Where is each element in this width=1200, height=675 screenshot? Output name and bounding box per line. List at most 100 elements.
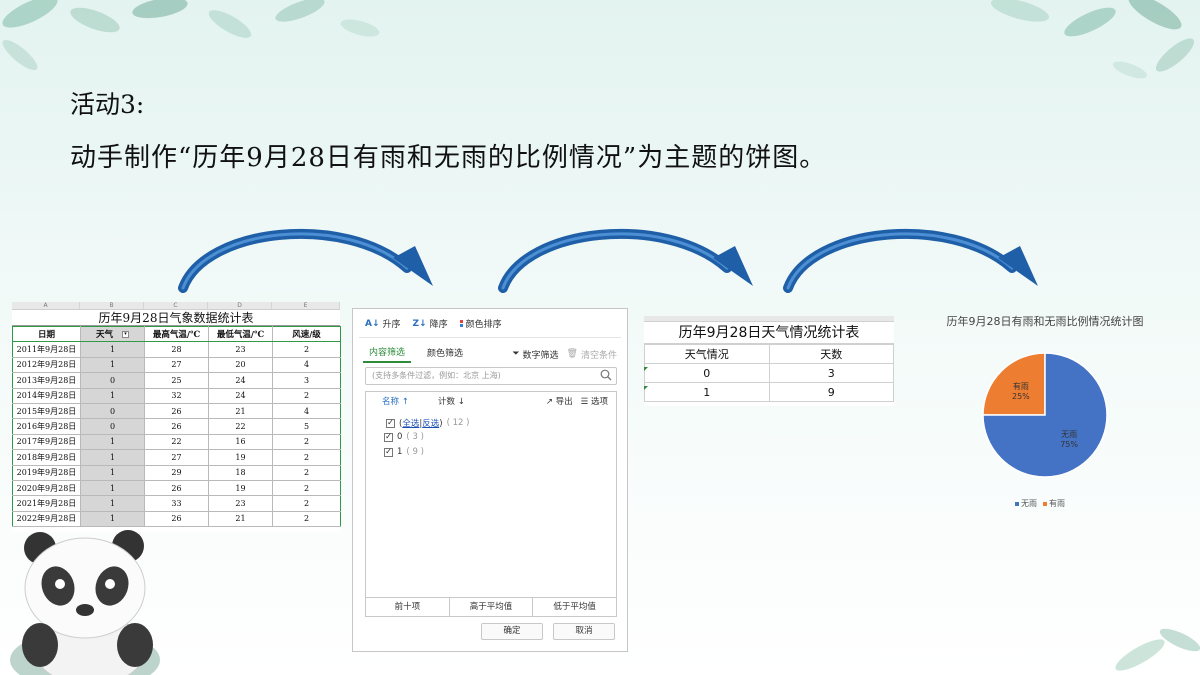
tab-color-filter[interactable]: 颜色筛选 — [421, 346, 469, 362]
select-all-item[interactable]: ✓ (全选|反选) ( 12 ) — [386, 417, 469, 429]
table-cell[interactable]: 2 — [272, 495, 341, 512]
table-cell[interactable]: 1 — [80, 464, 145, 481]
table-cell[interactable]: 2013年9月28日 — [12, 372, 81, 389]
table-cell[interactable]: 2017年9月28日 — [12, 433, 81, 451]
column-letter[interactable]: E — [272, 302, 340, 309]
filter-item-0[interactable]: ✓ 0 ( 3 ) — [384, 432, 424, 442]
summary-cell[interactable]: 3 — [768, 363, 894, 383]
table-cell[interactable]: 21 — [208, 402, 273, 420]
search-icon[interactable] — [600, 369, 612, 381]
table-cell[interactable]: 28 — [144, 341, 209, 358]
table-cell[interactable]: 24 — [208, 387, 273, 404]
sort-descending-button[interactable]: Z↓ 降序 — [413, 317, 448, 331]
select-all-checkbox[interactable]: ✓ — [386, 418, 395, 428]
table-cell[interactable]: 29 — [144, 464, 209, 481]
table-cell[interactable]: 1 — [80, 479, 145, 497]
header-weather[interactable]: 天气 ▾ — [80, 325, 145, 343]
clear-conditions-button[interactable]: 🗑 清空条件 — [567, 348, 617, 361]
table-cell[interactable]: 2016年9月28日 — [12, 418, 81, 435]
table-cell[interactable]: 24 — [208, 372, 273, 389]
table-cell[interactable]: 2 — [272, 341, 341, 358]
table-cell[interactable]: 4 — [272, 402, 341, 420]
table-cell[interactable]: 16 — [208, 433, 273, 451]
invert-selection-link[interactable]: 反选 — [422, 419, 439, 429]
summary-cell[interactable]: 9 — [768, 382, 894, 402]
table-cell[interactable]: 1 — [80, 387, 145, 404]
table-cell[interactable]: 22 — [144, 433, 209, 451]
filter-item-checkbox[interactable]: ✓ — [384, 447, 393, 457]
table-cell[interactable]: 19 — [208, 449, 273, 466]
table-cell[interactable]: 2012年9月28日 — [12, 356, 81, 374]
table-cell[interactable]: 2 — [272, 449, 341, 466]
column-letter[interactable]: C — [144, 302, 208, 309]
table-cell[interactable]: 23 — [208, 495, 273, 512]
table-cell[interactable]: 26 — [144, 418, 209, 435]
column-letter[interactable]: D — [208, 302, 272, 309]
table-cell[interactable]: 20 — [208, 356, 273, 374]
header-high-temp[interactable]: 最高气温/℃ — [144, 325, 209, 343]
table-cell[interactable]: 5 — [272, 418, 341, 435]
summary-cell[interactable]: 1 — [644, 382, 770, 402]
table-cell[interactable]: 4 — [272, 356, 341, 374]
options-button[interactable]: ☰ 选项 — [581, 395, 608, 407]
export-button[interactable]: ↗ 导出 — [546, 395, 573, 407]
color-sort-button[interactable]: 颜色排序 — [459, 317, 502, 330]
table-cell[interactable]: 2018年9月28日 — [12, 449, 81, 466]
summary-header-days[interactable]: 天数 — [768, 344, 894, 364]
column-letter[interactable]: B — [80, 302, 144, 309]
header-date[interactable]: 日期 — [12, 325, 81, 343]
table-cell[interactable]: 2020年9月28日 — [12, 479, 81, 497]
table-cell[interactable]: 2 — [272, 433, 341, 451]
table-cell[interactable]: 23 — [208, 341, 273, 358]
table-cell[interactable]: 0 — [80, 372, 145, 389]
table-cell[interactable]: 1 — [80, 341, 145, 358]
table-cell[interactable]: 2 — [272, 479, 341, 497]
summary-cell[interactable]: 0 — [644, 363, 770, 383]
table-cell[interactable]: 2014年9月28日 — [12, 387, 81, 404]
table-cell[interactable]: 27 — [144, 449, 209, 466]
table-cell[interactable]: 2 — [272, 464, 341, 481]
above-average-button[interactable]: 高于平均值 — [450, 598, 534, 616]
below-average-button[interactable]: 低于平均值 — [533, 598, 616, 616]
table-cell[interactable]: 1 — [80, 510, 145, 528]
filter-item-checkbox[interactable]: ✓ — [384, 432, 393, 442]
filter-dropdown-icon[interactable]: ▾ — [121, 331, 129, 339]
table-cell[interactable]: 2011年9月28日 — [12, 341, 81, 358]
sort-by-count-button[interactable]: 计数 ↓ — [438, 395, 465, 407]
sort-ascending-button[interactable]: A↓ 升序 — [365, 317, 401, 331]
summary-header-weather[interactable]: 天气情况 — [644, 344, 770, 364]
table-cell[interactable]: 2 — [272, 510, 341, 528]
table-cell[interactable]: 18 — [208, 464, 273, 481]
table-cell[interactable]: 27 — [144, 356, 209, 374]
table-cell[interactable]: 19 — [208, 479, 273, 497]
table-cell[interactable]: 2 — [272, 387, 341, 404]
table-cell[interactable]: 1 — [80, 356, 145, 374]
tab-content-filter[interactable]: 内容筛选 — [363, 345, 412, 363]
number-filter-button[interactable]: ⏷ 数字筛选 — [512, 348, 558, 361]
select-all-link[interactable]: 全选 — [402, 419, 419, 429]
sort-by-name-button[interactable]: 名称 ↑ — [382, 395, 409, 407]
table-cell[interactable]: 0 — [80, 402, 145, 420]
table-cell[interactable]: 0 — [80, 418, 145, 435]
top-ten-button[interactable]: 前十项 — [366, 598, 450, 616]
header-low-temp[interactable]: 最低气温/℃ — [208, 325, 273, 343]
ok-button[interactable]: 确定 — [481, 623, 543, 640]
table-cell[interactable]: 1 — [80, 449, 145, 466]
table-cell[interactable]: 2015年9月28日 — [12, 402, 81, 420]
table-cell[interactable]: 1 — [80, 495, 145, 512]
table-cell[interactable]: 33 — [144, 495, 209, 512]
table-cell[interactable]: 1 — [80, 433, 145, 451]
filter-search-input[interactable]: (支持多条件过滤，例如：北京 上海) — [365, 367, 617, 385]
table-cell[interactable]: 26 — [144, 402, 209, 420]
table-cell[interactable]: 26 — [144, 510, 209, 528]
cancel-button[interactable]: 取消 — [553, 623, 615, 640]
table-cell[interactable]: 2019年9月28日 — [12, 464, 81, 481]
table-cell[interactable]: 21 — [208, 510, 273, 528]
table-cell[interactable]: 26 — [144, 479, 209, 497]
header-wind[interactable]: 风速/级 — [272, 325, 341, 343]
table-cell[interactable]: 2021年9月28日 — [12, 495, 81, 512]
column-letter[interactable]: A — [12, 302, 80, 309]
table-cell[interactable]: 32 — [144, 387, 209, 404]
filter-item-1[interactable]: ✓ 1 ( 9 ) — [384, 447, 424, 457]
table-cell[interactable]: 25 — [144, 372, 209, 389]
